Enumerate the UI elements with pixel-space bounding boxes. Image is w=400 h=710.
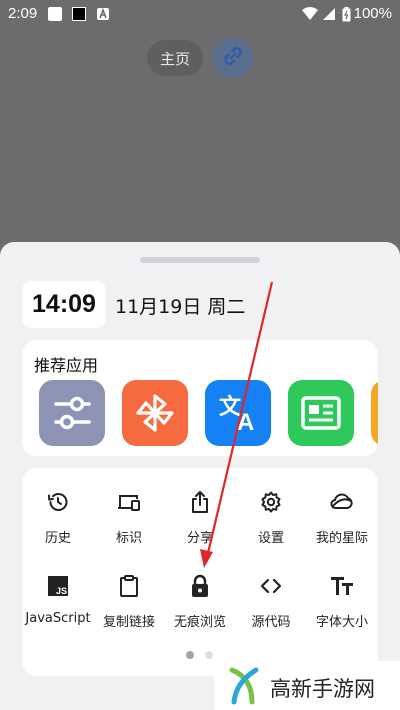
watermark: 高新手游网 <box>214 661 400 710</box>
watermark-text: 高新手游网 <box>270 677 375 701</box>
lock-icon <box>192 574 208 597</box>
tool-source-code[interactable]: 源代码 <box>235 574 307 634</box>
page-dot-1[interactable] <box>186 651 194 659</box>
history-icon <box>48 493 68 511</box>
app-pinwheel[interactable] <box>122 380 188 446</box>
link-button[interactable] <box>213 38 253 78</box>
sheet-drag-handle[interactable] <box>140 257 260 263</box>
tool-font-size[interactable]: 字体大小 <box>306 574 378 634</box>
watermark-logo-icon <box>229 667 259 705</box>
tool-incognito[interactable]: 无痕浏览 <box>164 574 236 634</box>
app-partial[interactable] <box>371 380 378 446</box>
cloud-icon <box>330 493 353 509</box>
app-news[interactable] <box>288 380 354 446</box>
clock-widget: 14:09 <box>22 281 106 328</box>
page-dot-2[interactable] <box>205 651 213 659</box>
tool-my-star-label: 我的星际 <box>315 531 368 546</box>
tool-identify[interactable]: 标识 <box>93 490 165 550</box>
tools-card: 历史 标识 分享 设置 我的星际 JS JavaScript 复制链接 无痕浏览… <box>22 468 378 676</box>
battery-icon <box>342 7 351 22</box>
notification-app-icon <box>96 7 110 21</box>
status-bar: 2:09 100% <box>0 0 400 28</box>
wifi-icon <box>302 7 318 21</box>
app-sliders[interactable] <box>39 380 105 446</box>
svg-text:A: A <box>237 409 254 436</box>
home-label: 主页 <box>159 49 190 68</box>
share-icon <box>192 491 208 513</box>
clipboard-icon <box>120 575 138 597</box>
date-label: 11月19日 周二 <box>115 296 246 318</box>
news-icon <box>301 396 341 430</box>
pinwheel-icon <box>136 394 174 432</box>
recommended-apps-title: 推荐应用 <box>34 356 99 375</box>
tool-share[interactable]: 分享 <box>164 490 236 550</box>
battery-percent: 100% <box>353 5 392 22</box>
translate-icon: 文 A <box>219 394 254 436</box>
status-time: 2:09 <box>8 5 38 22</box>
signal-icon <box>322 7 336 21</box>
code-icon <box>260 578 282 594</box>
tool-settings[interactable]: 设置 <box>235 490 307 550</box>
home-button[interactable]: 主页 <box>147 40 203 76</box>
app-translate[interactable]: 文 A <box>205 380 271 446</box>
sliders-icon <box>54 396 91 430</box>
svg-text:JS: JS <box>56 586 67 596</box>
recommended-apps-card: 推荐应用 文 A <box>22 340 378 456</box>
link-icon <box>221 44 245 72</box>
gear-icon <box>261 491 281 513</box>
tool-copy-link[interactable]: 复制链接 <box>93 574 165 634</box>
tool-my-star[interactable]: 我的星际 <box>306 490 378 550</box>
tool-font-size-label: 字体大小 <box>315 615 368 630</box>
notification-black-icon <box>72 7 86 21</box>
notification-white-icon <box>48 7 62 21</box>
tool-javascript[interactable]: JS JavaScript <box>22 574 94 634</box>
font-size-icon <box>331 577 353 595</box>
clock-time: 14:09 <box>32 290 96 318</box>
devices-icon <box>118 495 140 511</box>
javascript-icon: JS <box>48 576 68 596</box>
tool-history[interactable]: 历史 <box>22 490 94 550</box>
